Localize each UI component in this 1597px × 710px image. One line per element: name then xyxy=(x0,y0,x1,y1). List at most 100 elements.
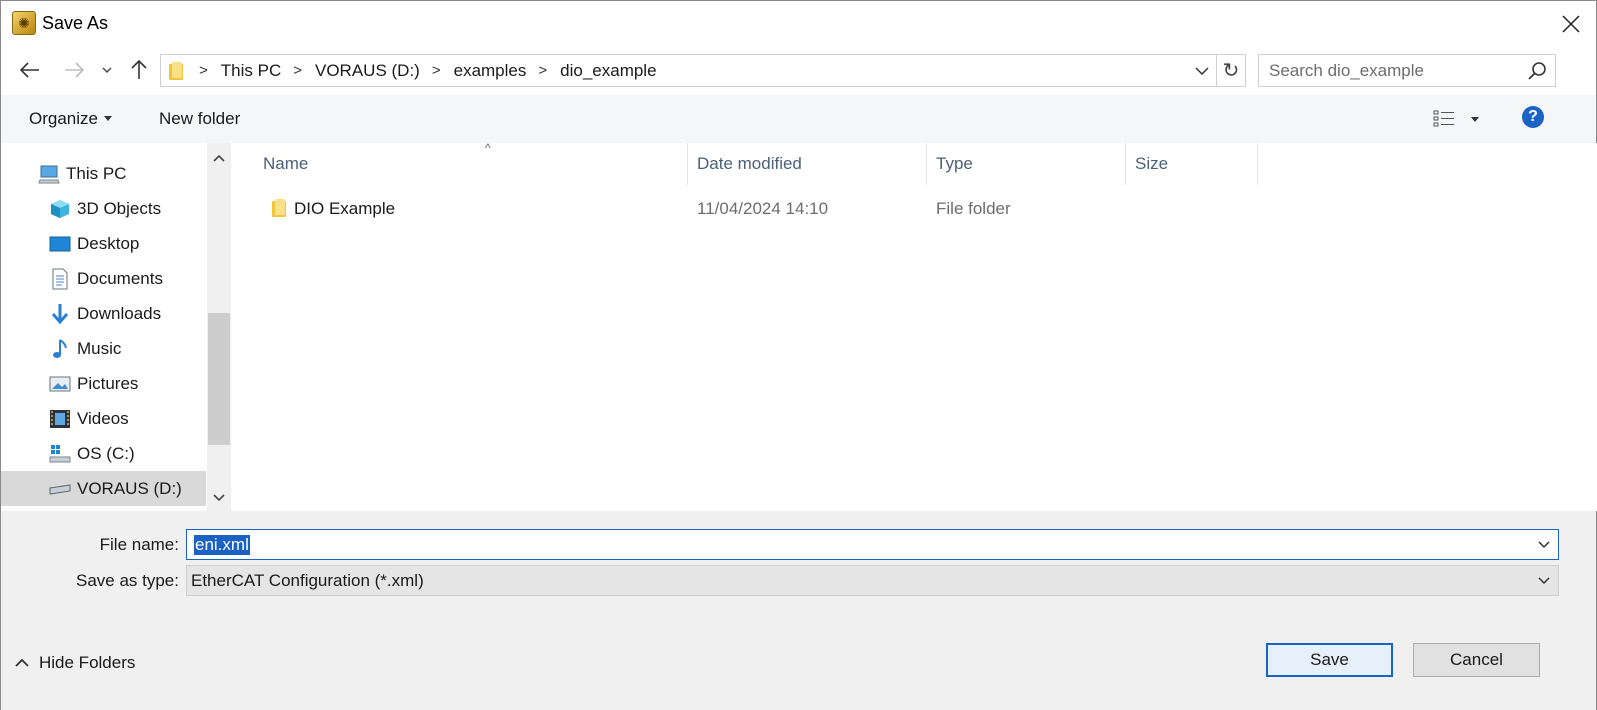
file-name-combobox[interactable]: eni.xml xyxy=(186,529,1559,560)
column-header-label: Date modified xyxy=(697,154,802,173)
navigation-pane-scrollbar[interactable] xyxy=(207,143,231,511)
column-header-size[interactable]: Size xyxy=(1126,143,1258,185)
title-bar: ✺ Save As xyxy=(1,1,1596,47)
search-box[interactable] xyxy=(1258,54,1556,87)
file-name-label: File name: xyxy=(99,535,179,554)
save-button[interactable]: Save xyxy=(1266,643,1393,677)
forward-button[interactable] xyxy=(59,55,89,85)
chevron-down-icon[interactable] xyxy=(1538,538,1550,550)
tree-item-desktop[interactable]: Desktop xyxy=(1,226,206,261)
breadcrumb-dio-example[interactable]: dio_example xyxy=(560,55,656,86)
chevron-down-icon xyxy=(1538,577,1550,585)
tree-item-label: Desktop xyxy=(77,233,140,253)
desktop-icon xyxy=(49,233,71,255)
help-button[interactable]: ? xyxy=(1522,106,1544,128)
scroll-up-button[interactable] xyxy=(207,147,231,169)
tree-item-label: VORAUS (D:) xyxy=(77,478,182,498)
hide-folders-button[interactable]: Hide Folders xyxy=(15,653,135,673)
chevron-up-icon xyxy=(213,154,225,162)
close-icon xyxy=(1562,15,1580,33)
arrow-left-icon xyxy=(20,62,39,78)
arrow-right-icon xyxy=(65,62,84,78)
tree-item-label: Videos xyxy=(77,408,129,428)
new-folder-button[interactable]: New folder xyxy=(159,109,240,129)
breadcrumb-this-pc[interactable]: This PC xyxy=(221,55,281,86)
chevron-down-icon xyxy=(1195,66,1209,75)
chevron-down-icon xyxy=(102,67,112,73)
file-date-modified: 11/04/2024 14:10 xyxy=(697,199,829,218)
table-row[interactable]: DIO Example 11/04/2024 14:10 File folder xyxy=(258,193,1258,225)
sort-ascending-icon: ^ xyxy=(485,141,491,155)
tree-item-documents[interactable]: Documents xyxy=(1,261,206,296)
close-button[interactable] xyxy=(1546,1,1596,47)
address-bar[interactable]: > This PC > VORAUS (D:) > examples > dio… xyxy=(160,54,1217,87)
picture-icon xyxy=(49,373,71,395)
app-icon: ✺ xyxy=(12,11,36,35)
chevron-right-icon[interactable]: > xyxy=(293,62,302,79)
chevron-right-icon[interactable]: > xyxy=(199,62,208,79)
column-header-type[interactable]: Type xyxy=(927,143,1126,185)
save-as-type-value: EtherCAT Configuration (*.xml) xyxy=(191,570,424,590)
save-as-type-label: Save as type: xyxy=(75,571,179,590)
caret-down-icon xyxy=(103,116,112,121)
tree-item-label: This PC xyxy=(66,163,127,183)
chevron-down-icon xyxy=(213,494,225,502)
details-view-icon xyxy=(1433,110,1454,127)
folder-icon xyxy=(272,199,288,217)
tree-item-label: Downloads xyxy=(77,303,162,323)
folder-icon xyxy=(169,61,185,80)
navigation-bar: > This PC > VORAUS (D:) > examples > dio… xyxy=(1,47,1596,95)
hide-folders-label: Hide Folders xyxy=(39,653,136,672)
column-header-date-modified[interactable]: Date modified xyxy=(688,143,927,185)
recent-locations-button[interactable] xyxy=(94,55,120,85)
command-bar: Organize New folder xyxy=(1,95,1596,143)
scroll-down-button[interactable] xyxy=(207,487,231,509)
search-input[interactable] xyxy=(1269,60,1509,81)
tree-item-label: Documents xyxy=(77,268,163,288)
column-header-label: Name xyxy=(263,154,309,173)
file-name-input[interactable]: eni.xml xyxy=(194,534,250,555)
tree-item-music[interactable]: Music xyxy=(1,331,206,366)
back-button[interactable] xyxy=(15,55,45,85)
save-as-type-select[interactable]: EtherCAT Configuration (*.xml) xyxy=(186,565,1559,596)
tree-item-pictures[interactable]: Pictures xyxy=(1,366,206,401)
file-list: Name ^ Date modified Type Size DIO Examp… xyxy=(233,141,1597,511)
film-icon xyxy=(49,408,71,430)
tree-item-3d-objects[interactable]: 3D Objects xyxy=(1,191,206,226)
file-type: File folder xyxy=(936,199,1011,218)
file-name: DIO Example xyxy=(294,199,396,218)
tree-item-label: 3D Objects xyxy=(77,198,162,218)
cancel-button[interactable]: Cancel xyxy=(1413,643,1540,677)
refresh-button[interactable]: ↻ xyxy=(1217,54,1246,87)
navigation-pane: This PC 3D Objects Desktop Documents Dow… xyxy=(1,143,231,511)
window-title: Save As xyxy=(42,13,109,33)
tree-item-os-c[interactable]: OS (C:) xyxy=(1,436,206,471)
cube-icon xyxy=(49,198,71,220)
change-view-button[interactable] xyxy=(1433,107,1483,131)
chevron-up-icon xyxy=(15,658,29,667)
tree-item-voraus-d[interactable]: VORAUS (D:) xyxy=(1,471,206,506)
drive-icon xyxy=(49,478,71,500)
column-header-name[interactable]: Name ^ xyxy=(254,141,688,185)
breadcrumb-examples[interactable]: examples xyxy=(454,55,527,86)
computer-icon xyxy=(38,163,60,185)
organize-button[interactable]: Organize xyxy=(29,109,112,129)
breadcrumb-voraus-drive[interactable]: VORAUS (D:) xyxy=(315,55,420,86)
address-dropdown-button[interactable] xyxy=(1188,55,1216,86)
refresh-icon: ↻ xyxy=(1222,60,1240,82)
help-icon: ? xyxy=(1528,108,1538,125)
organize-label: Organize xyxy=(29,109,98,128)
windows-drive-icon xyxy=(49,443,71,465)
tree-item-label: Pictures xyxy=(77,373,139,393)
chevron-right-icon[interactable]: > xyxy=(432,62,441,79)
tree-item-downloads[interactable]: Downloads xyxy=(1,296,206,331)
column-header-label: Size xyxy=(1135,154,1169,173)
tree-item-videos[interactable]: Videos xyxy=(1,401,206,436)
chevron-right-icon[interactable]: > xyxy=(538,62,547,79)
column-header-label: Type xyxy=(936,154,973,173)
arrow-up-icon xyxy=(131,60,147,79)
up-button[interactable] xyxy=(124,55,154,85)
tree-item-label: Music xyxy=(77,338,122,358)
scroll-thumb[interactable] xyxy=(208,313,230,445)
tree-item-this-pc[interactable]: This PC xyxy=(1,156,206,191)
